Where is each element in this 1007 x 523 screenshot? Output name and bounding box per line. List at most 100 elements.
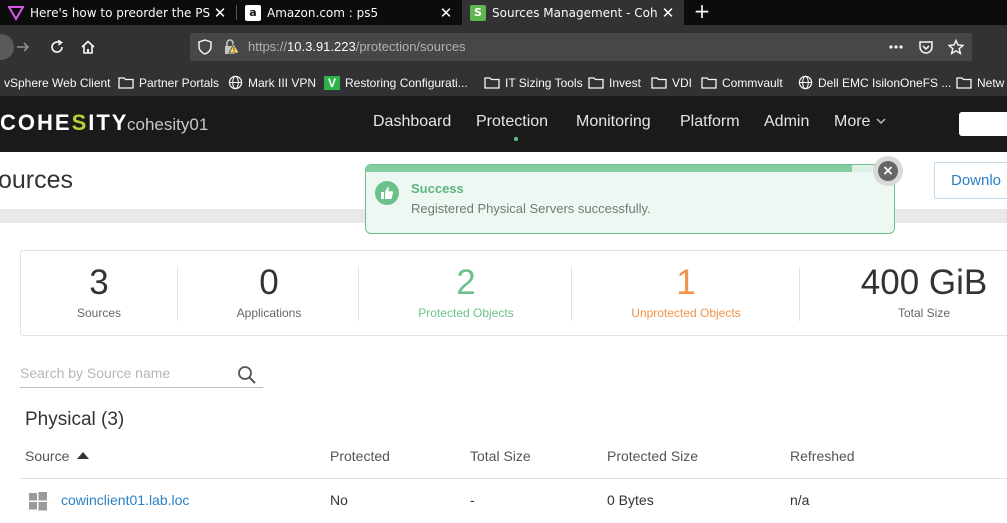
- search-icon[interactable]: [237, 365, 257, 385]
- bookmark-commvault[interactable]: Commvault: [701, 69, 783, 96]
- column-header-total-size[interactable]: Total Size: [470, 448, 531, 464]
- insecure-lock-icon[interactable]: [222, 38, 240, 60]
- bookmark-label: Netw: [977, 75, 1005, 90]
- url-actions: [888, 38, 965, 55]
- column-label: Source: [25, 448, 70, 464]
- stat-applications[interactable]: 0 Applications: [209, 263, 329, 320]
- stat-divider: [799, 267, 800, 321]
- more-actions-icon[interactable]: [888, 39, 904, 55]
- app-header: COHESITY cohesity01 Dashboard Protection…: [0, 96, 1007, 152]
- bookmark-vsphere[interactable]: vSphere Web Client: [4, 69, 111, 96]
- bookmark-vdi[interactable]: VDI: [651, 69, 692, 96]
- close-tab-icon[interactable]: ✕: [436, 4, 456, 22]
- close-tab-icon[interactable]: ✕: [210, 4, 230, 22]
- bookmark-label: VDI: [672, 75, 693, 90]
- close-tab-icon[interactable]: ✕: [658, 4, 678, 22]
- bookmark-star-icon[interactable]: [947, 38, 965, 55]
- folder-icon: [701, 76, 717, 90]
- active-nav-indicator: [514, 137, 518, 141]
- cell-protected-size: 0 Bytes: [607, 492, 654, 508]
- column-header-protected-size[interactable]: Protected Size: [607, 448, 698, 464]
- url-text: https://10.3.91.223/protection/sources: [248, 39, 466, 54]
- bookmark-label: Dell EMC IsilonOneFS ...: [818, 75, 952, 90]
- toast-progress-bar: [366, 165, 894, 172]
- bookmark-label: vSphere Web Client: [4, 75, 111, 90]
- source-name-link[interactable]: cowinclient01.lab.loc: [61, 492, 189, 508]
- browser-tab-strip: Here's how to preorder the PS5 ✕ a Amazo…: [0, 0, 1007, 25]
- globe-icon: [797, 75, 813, 90]
- bookmark-it-sizing-tools[interactable]: IT Sizing Tools: [484, 69, 583, 96]
- stat-total-size: 400 GiB Total Size: [844, 263, 1004, 320]
- bookmark-label: Invest: [609, 75, 642, 90]
- column-header-source[interactable]: Source: [25, 448, 90, 464]
- stat-value: 400 GiB: [860, 263, 988, 302]
- source-search: [20, 360, 263, 388]
- stat-divider: [177, 267, 178, 321]
- table-header-divider: [20, 478, 1007, 479]
- toast-close-button[interactable]: ×: [873, 156, 903, 186]
- bookmark-restoring-config[interactable]: V Restoring Configurati...: [324, 69, 468, 96]
- cell-refreshed: n/a: [790, 492, 810, 508]
- stat-divider: [358, 267, 359, 321]
- nav-more[interactable]: More: [834, 113, 887, 131]
- bookmark-mark-iii-vpn[interactable]: Mark III VPN: [227, 69, 316, 96]
- stat-protected-objects[interactable]: 2 Protected Objects: [391, 263, 541, 320]
- thumbs-up-icon: [375, 181, 399, 205]
- vivaldi-v-icon: [8, 5, 24, 21]
- cell-total-size: -: [470, 492, 475, 508]
- pocket-icon[interactable]: [918, 39, 934, 55]
- stat-label: Applications: [236, 306, 302, 320]
- forward-icon[interactable]: [10, 33, 36, 61]
- cluster-name[interactable]: cohesity01: [127, 115, 208, 135]
- nav-platform[interactable]: Platform: [680, 113, 740, 131]
- tab-title: Here's how to preorder the PS5: [30, 5, 210, 20]
- cohesity-s-icon: S: [470, 4, 486, 21]
- amazon-a-icon: a: [245, 4, 261, 21]
- toast-message: Registered Physical Servers successfully…: [411, 201, 651, 216]
- bookmark-label: Restoring Configurati...: [345, 75, 468, 90]
- home-icon[interactable]: [75, 33, 101, 61]
- new-tab-button[interactable]: +: [690, 0, 714, 25]
- column-header-protected[interactable]: Protected: [330, 448, 390, 464]
- stat-value: 0: [259, 263, 279, 302]
- bookmark-netw[interactable]: Netw: [956, 69, 1004, 96]
- browser-tab-sources-management[interactable]: S Sources Management - Cohesity ✕: [462, 0, 684, 25]
- bookmark-invest[interactable]: Invest: [588, 69, 641, 96]
- stat-value: 2: [456, 263, 476, 302]
- windows-icon: [28, 491, 48, 511]
- stat-label: Unprotected Objects: [631, 306, 741, 320]
- section-title-physical: Physical (3): [25, 409, 125, 430]
- nav-dashboard[interactable]: Dashboard: [373, 113, 451, 131]
- stat-label: Protected Objects: [418, 306, 514, 320]
- download-button[interactable]: Downlo: [934, 162, 1007, 199]
- folder-icon: [588, 76, 604, 90]
- column-header-refreshed[interactable]: Refreshed: [790, 448, 855, 464]
- bookmark-label: IT Sizing Tools: [505, 75, 583, 90]
- reload-icon[interactable]: [44, 33, 70, 61]
- search-input[interactable]: [20, 360, 230, 386]
- cell-protected: No: [330, 492, 348, 508]
- nav-admin[interactable]: Admin: [764, 113, 809, 131]
- header-search-input[interactable]: [959, 112, 1007, 136]
- stat-value: 1: [676, 263, 696, 302]
- bookmark-label: Mark III VPN: [248, 75, 317, 90]
- stat-divider: [571, 267, 572, 321]
- browser-tab-amazon[interactable]: a Amazon.com : ps5 ✕: [237, 0, 462, 25]
- stat-label: Total Size: [897, 306, 951, 320]
- close-icon: ×: [878, 161, 898, 181]
- nav-monitoring[interactable]: Monitoring: [576, 113, 651, 131]
- browser-tab-ps5[interactable]: Here's how to preorder the PS5 ✕: [0, 0, 236, 25]
- bookmark-dell-emc-isilon[interactable]: Dell EMC IsilonOneFS ...: [797, 69, 951, 96]
- cohesity-logo[interactable]: COHESITY: [0, 110, 128, 136]
- bookmark-partner-portals[interactable]: Partner Portals: [118, 69, 219, 96]
- url-bar[interactable]: https://10.3.91.223/protection/sources: [190, 33, 972, 61]
- folder-icon: [484, 76, 500, 90]
- stat-unprotected-objects[interactable]: 1 Unprotected Objects: [606, 263, 766, 320]
- folder-icon: [651, 76, 667, 90]
- globe-icon: [227, 75, 243, 90]
- nav-protection[interactable]: Protection: [476, 113, 548, 131]
- bookmark-label: Partner Portals: [139, 75, 220, 90]
- stat-sources[interactable]: 3 Sources: [49, 263, 149, 320]
- folder-icon: [956, 76, 972, 90]
- shield-icon[interactable]: [198, 39, 212, 59]
